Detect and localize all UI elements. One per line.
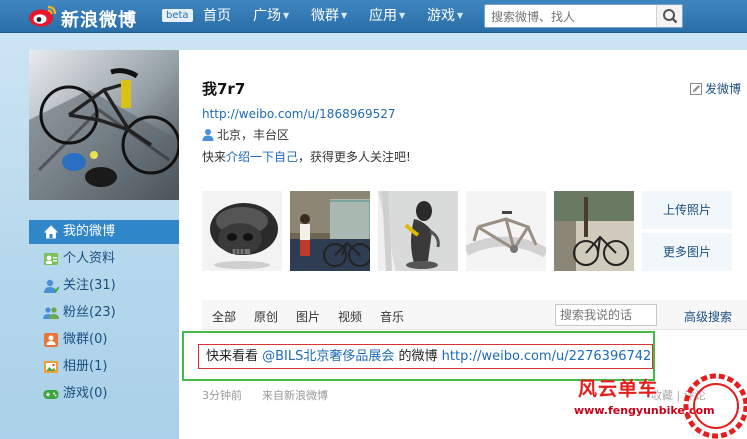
game-icon: [43, 390, 59, 399]
intro-prompt: 快来介绍一下自己，获得更多人关注吧!: [202, 148, 411, 165]
tab-all[interactable]: 全部: [212, 308, 236, 325]
tab-original[interactable]: 原创: [254, 308, 278, 325]
weibo-post-content: 快来看看 @BILS北京奢侈品展会 的微博 http://weibo.com/u…: [198, 344, 653, 369]
post-time[interactable]: 3分钟前: [202, 389, 242, 402]
sidebar-item-label: 微群(0): [63, 332, 108, 347]
sidebar-item-label: 我的微博: [63, 224, 116, 239]
photo-thumbnail[interactable]: [290, 191, 370, 271]
post-weibo-label: 发微博: [704, 82, 741, 96]
search-icon: [663, 9, 678, 24]
sidebar-item-label: 关注(31): [63, 278, 116, 293]
profile-url-link[interactable]: http://weibo.com/u/1868969527: [202, 107, 396, 121]
home-icon: [43, 225, 59, 239]
chevron-down-icon: ▼: [283, 11, 290, 20]
bicycle-frame-image: [466, 191, 546, 271]
chainring-logo-icon: [683, 373, 747, 439]
nav-games[interactable]: 游戏 ▼: [427, 7, 463, 25]
advanced-search-link[interactable]: 高级搜索: [684, 308, 732, 325]
nav-apps-label: 应用: [369, 8, 397, 24]
sina-weibo-logo[interactable]: 新浪微博 beta: [28, 3, 193, 31]
photo-actions: 上传照片 更多图片: [642, 191, 732, 271]
photo-thumbnail[interactable]: [378, 191, 458, 271]
fengyunbike-watermark: 风云单车 www.fengyunbike.com: [574, 373, 747, 439]
sidebar-item-profile[interactable]: 个人资料: [29, 247, 179, 271]
avatar-bicycle-photo: [29, 50, 181, 200]
global-search-input[interactable]: [491, 8, 651, 25]
sidebar-item-following[interactable]: 关注(31): [29, 274, 179, 298]
avatar[interactable]: [29, 50, 181, 200]
profile-icon: [44, 253, 58, 265]
mention-link[interactable]: @BILS北京奢侈品展会: [262, 349, 394, 364]
top-nav-bar: 新浪微博 beta 首页 广场 ▼ 微群 ▼ 应用 ▼ 游戏 ▼: [0, 0, 747, 33]
post-source[interactable]: 来自新浪微博: [262, 389, 328, 402]
sidebar-item-label: 个人资料: [63, 251, 116, 266]
follow-icon: [44, 279, 59, 293]
sidebar-item-label: 粉丝(23): [63, 305, 116, 320]
location-text: 北京，丰台区: [217, 128, 290, 142]
feed-search-input[interactable]: [560, 306, 652, 324]
chevron-down-icon: ▼: [399, 11, 406, 20]
user-icon: [202, 129, 214, 141]
skull-helmet-image: [202, 191, 282, 271]
post-text-middle: 的微博: [394, 349, 442, 364]
sidebar-item-games[interactable]: 游戏(0): [29, 382, 179, 406]
page-title: 我7r7: [202, 80, 246, 98]
logo-text: 新浪微博: [61, 10, 137, 31]
sculpture-art-image: [378, 191, 458, 271]
photo-thumbnail[interactable]: [466, 191, 546, 271]
nav-groups-label: 微群: [311, 8, 339, 24]
more-photos-button[interactable]: 更多图片: [642, 233, 732, 271]
post-text-prefix: 快来看看: [206, 349, 263, 364]
nav-games-label: 游戏: [427, 8, 455, 24]
beta-badge: beta: [162, 9, 193, 22]
feed-filter-bar: 全部 原创 图片 视频 音乐 高级搜索: [202, 300, 747, 330]
sidebar-item-label: 相册(1): [63, 359, 108, 374]
nav-groups[interactable]: 微群 ▼: [311, 7, 347, 25]
location: 北京，丰台区: [202, 126, 289, 143]
tab-music[interactable]: 音乐: [380, 308, 404, 325]
nav-home-label: 首页: [203, 8, 231, 24]
girl-with-bicycle-image: [290, 191, 370, 271]
photo-thumbnail[interactable]: [554, 191, 634, 271]
photo-thumbnail[interactable]: [202, 191, 282, 271]
group-icon: [44, 333, 58, 347]
chevron-down-icon: ▼: [341, 11, 348, 20]
chevron-down-icon: ▼: [457, 11, 464, 20]
nav-square[interactable]: 广场 ▼: [253, 7, 289, 25]
sidebar-item-fans[interactable]: 粉丝(23): [29, 301, 179, 325]
parked-bicycle-image: [554, 191, 634, 271]
post-meta: 3分钟前 来自新浪微博: [202, 387, 328, 403]
nav-square-label: 广场: [253, 8, 281, 24]
nav-apps[interactable]: 应用 ▼: [369, 7, 405, 25]
search-button[interactable]: [656, 5, 682, 27]
upload-photo-button[interactable]: 上传照片: [642, 191, 732, 229]
fans-icon: [43, 307, 59, 319]
global-search: [484, 4, 683, 28]
nav-home[interactable]: 首页: [203, 7, 231, 25]
post-url-link[interactable]: http://weibo.com/u/2276396742: [442, 349, 652, 364]
edit-icon: [689, 83, 702, 95]
sidebar-item-label: 游戏(0): [63, 386, 108, 401]
tab-pictures[interactable]: 图片: [296, 308, 320, 325]
intro-suffix: ，获得更多人关注吧!: [298, 150, 411, 164]
sidebar-item-groups[interactable]: 微群(0): [29, 328, 179, 352]
edit-intro-link[interactable]: 介绍一下自己: [226, 150, 298, 164]
sidebar-item-my-weibo[interactable]: 我的微博: [29, 220, 179, 244]
album-icon: [44, 361, 58, 373]
sidebar-item-album[interactable]: 相册(1): [29, 355, 179, 379]
tab-videos[interactable]: 视频: [338, 308, 362, 325]
feed-search: [555, 304, 657, 326]
weibo-eye-icon: [29, 5, 57, 27]
watermark-title: 风云单车: [578, 378, 659, 400]
intro-prefix: 快来: [202, 150, 227, 164]
post-weibo-button[interactable]: 发微博: [689, 80, 741, 97]
